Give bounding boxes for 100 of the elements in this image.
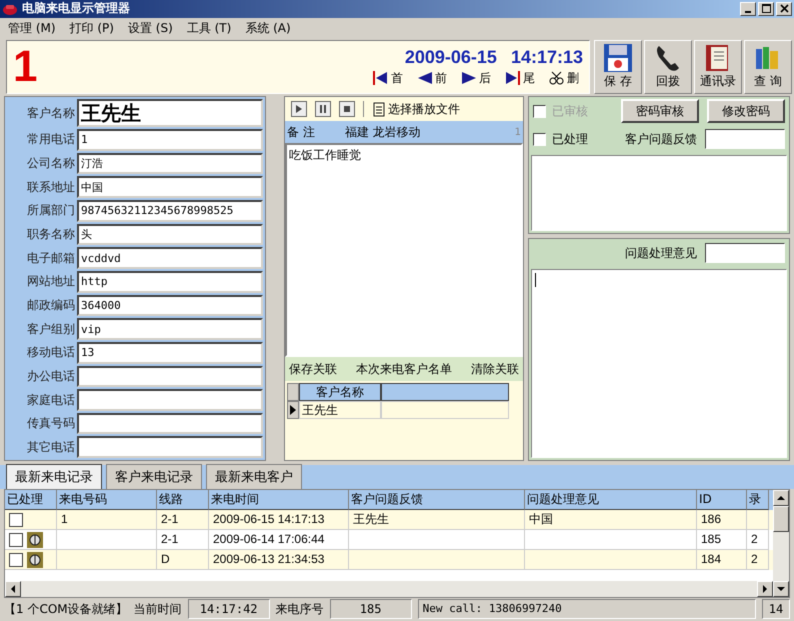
last-icon [505, 71, 521, 86]
menu-item[interactable]: 打印 (P) [70, 20, 114, 38]
input-field[interactable] [77, 389, 263, 411]
input-field[interactable]: 头 [77, 224, 263, 246]
minimize-icon [745, 10, 751, 13]
maximize-button[interactable] [758, 2, 774, 16]
call-time: 14:17:13 [510, 46, 583, 68]
action-button[interactable]: 密码审核 [621, 99, 699, 124]
nav-button[interactable]: 后 [457, 70, 495, 87]
status-text: 14 [762, 599, 790, 620]
opinion-label: 问题处理意见 [624, 244, 697, 262]
right-arrow-icon [762, 585, 768, 594]
field-label: 家庭电话 [26, 392, 75, 409]
relation-action[interactable]: 本次来电客户名单 [356, 360, 452, 378]
status-text: 【1 个COM设备就绪】 [4, 600, 128, 618]
input-field[interactable]: 1 [77, 129, 263, 151]
toolbar-button[interactable]: 回拨 [644, 40, 692, 94]
maximize-icon [762, 4, 770, 14]
checkbox[interactable] [9, 512, 23, 527]
action-button[interactable]: 修改密码 [707, 99, 785, 124]
field-label: 传真号码 [26, 415, 75, 432]
tab[interactable]: 最新来电客户 [206, 464, 302, 490]
scroll-left-button[interactable] [5, 581, 21, 598]
pause-button[interactable] [315, 101, 331, 118]
table-cell: 2009-06-13 21:34:53 [209, 550, 349, 570]
field-label: 联系地址 [26, 178, 75, 196]
input-field[interactable]: 13 [77, 342, 263, 364]
left-arrow-icon [10, 585, 16, 594]
toolbar-button[interactable]: 保 存 [594, 40, 642, 94]
input-field[interactable] [77, 436, 263, 458]
table-cell: D [157, 550, 209, 570]
input-field[interactable]: http [77, 271, 263, 293]
input-field[interactable]: vcddvd [77, 247, 263, 269]
call-sequence: 185 [330, 599, 412, 620]
scroll-down-button[interactable] [773, 581, 789, 598]
caller-number: 1 [13, 42, 38, 92]
checkbox[interactable]: 已处理 [533, 130, 613, 148]
scroll-up-button[interactable] [773, 490, 789, 506]
stop-button[interactable] [339, 101, 355, 118]
field-label: 其它电话 [26, 438, 75, 456]
select-file-button[interactable]: 选择播放文件 [372, 100, 460, 118]
nav-button[interactable]: 删 [545, 70, 583, 87]
up-arrow-icon [777, 495, 785, 502]
input-field[interactable]: 364000 [77, 294, 263, 316]
input-field[interactable]: 98745632112345678998525 [77, 200, 263, 222]
field-label: 公司名称 [26, 155, 75, 172]
input-field[interactable] [705, 243, 785, 264]
status-label: 当前时间 [134, 600, 182, 618]
menu-item[interactable]: 设置 (S) [128, 20, 173, 38]
checkbox[interactable] [9, 552, 23, 567]
notes-label: 备 注 [287, 124, 315, 141]
close-button[interactable] [776, 2, 792, 16]
nav-button[interactable]: 首 [369, 70, 407, 87]
notes-textarea[interactable]: 吃饭工作睡觉 [285, 143, 523, 358]
file-icon [372, 101, 386, 118]
field-label: 职务名称 [26, 226, 75, 244]
status-message: New call: 13806997240 [418, 599, 756, 620]
stop-icon [342, 104, 352, 114]
scroll-thumb[interactable] [773, 506, 789, 532]
field-label: 所属部门 [26, 202, 75, 220]
play-button[interactable] [291, 101, 307, 118]
first-icon [373, 71, 389, 86]
row-indicator[interactable] [287, 401, 299, 420]
location-text: 福建 龙岩移动 [344, 124, 422, 141]
input-field[interactable]: vip [77, 318, 263, 340]
input-field[interactable]: 汀浩 [77, 152, 263, 174]
minimize-button[interactable] [740, 2, 756, 16]
field-label: 移动电话 [26, 344, 75, 362]
relation-action[interactable]: 保存关联 [289, 360, 337, 378]
row-indicator-header [287, 383, 299, 402]
menu-item[interactable]: 管理 (M) [8, 20, 56, 38]
left-arrow-icon [417, 71, 433, 86]
input-field[interactable]: 王先生 [77, 99, 263, 128]
nav-button[interactable]: 前 [413, 70, 451, 87]
toolbar-button[interactable]: 通讯录 [694, 40, 742, 94]
input-field[interactable]: 中国 [77, 176, 263, 198]
table-cell: 184 [697, 550, 747, 570]
nav-button[interactable]: 尾 [501, 70, 539, 87]
scissors-icon [549, 71, 565, 86]
input-field[interactable] [77, 366, 263, 388]
call-date: 2009-06-15 [404, 46, 497, 68]
current-time: 14:17:42 [188, 599, 270, 620]
menu-item[interactable]: 系统 (A) [245, 20, 291, 38]
input-field[interactable] [77, 412, 263, 434]
toolbar-button[interactable]: 查 询 [744, 40, 792, 94]
field-label: 客户组别 [26, 320, 75, 338]
menu-item[interactable]: 工具 (T) [186, 20, 232, 38]
column-header: 客户名称 [299, 383, 381, 402]
tab[interactable]: 最新来电记录 [6, 464, 102, 490]
down-arrow-icon [777, 586, 785, 592]
field-label: 办公电话 [26, 368, 75, 385]
right-arrow-icon [461, 71, 477, 86]
pause-icon [318, 104, 328, 114]
tab[interactable]: 客户来电记录 [106, 464, 202, 490]
relation-action[interactable]: 清除关联 [471, 360, 519, 378]
input-field[interactable] [705, 129, 785, 150]
scroll-right-button[interactable] [757, 581, 773, 598]
checkbox[interactable] [9, 532, 23, 547]
row-pointer-icon [289, 404, 297, 416]
page-number: 1 [514, 126, 521, 138]
